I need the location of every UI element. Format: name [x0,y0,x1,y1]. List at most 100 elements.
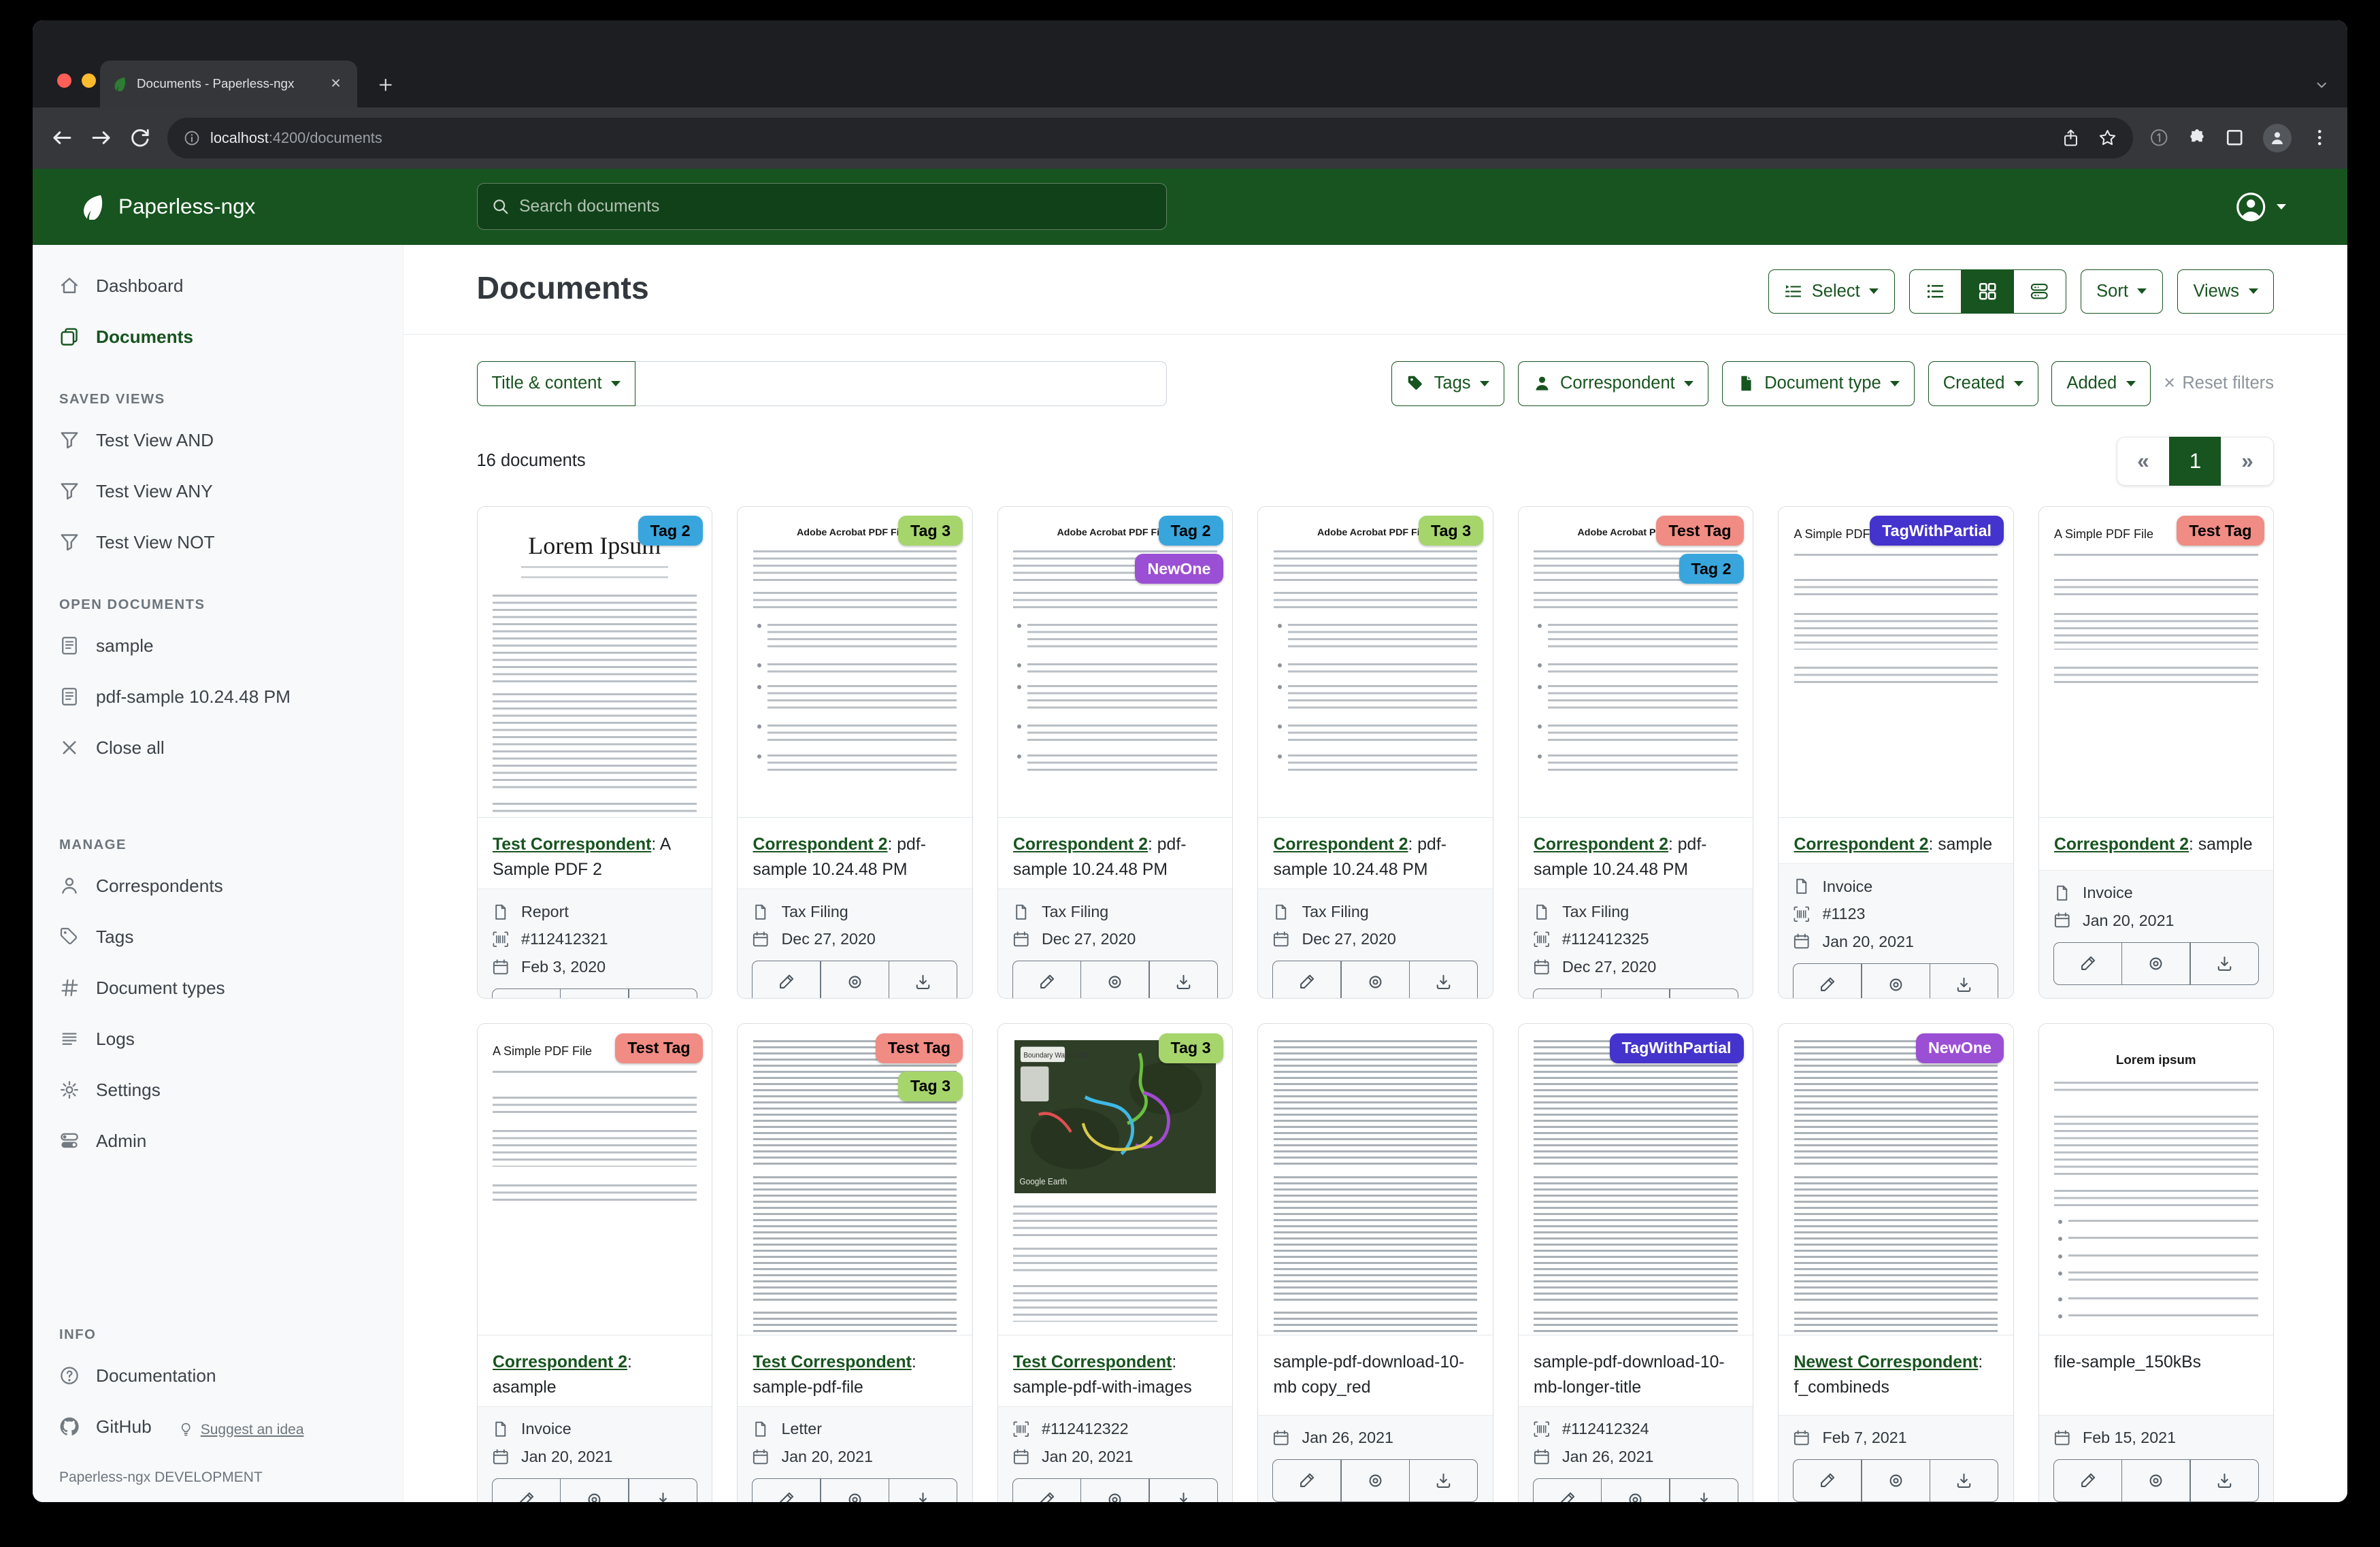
download-button[interactable] [889,1478,958,1502]
document-name[interactable]: sample-pdf-download-10-mb copy_red [1274,1353,1465,1397]
sidebar-item-documents[interactable]: Documents [59,314,376,359]
preview-button[interactable] [2121,1459,2191,1502]
tag-badge[interactable]: TagWithPartial [1610,1033,1744,1063]
sidebar-item-test-view-any[interactable]: Test View ANY [59,469,376,514]
extension-badge-icon[interactable] [2149,128,2169,148]
download-button[interactable] [889,961,958,999]
download-button[interactable] [2189,942,2259,985]
sidebar-item-test-view-and[interactable]: Test View AND [59,418,376,463]
view-mode-detail-button[interactable] [2013,269,2066,314]
sort-button[interactable]: Sort [2081,269,2163,314]
tag-badge[interactable]: Tag 2 [1679,554,1744,584]
document-thumbnail[interactable]: Adobe Acrobat PDF Files Tag 2NewOne [998,507,1233,818]
extensions-puzzle-icon[interactable] [2187,128,2207,148]
share-icon[interactable] [2062,129,2080,147]
app-brand[interactable]: Paperless-ngx [80,193,255,220]
edit-button[interactable] [752,1478,821,1502]
download-button[interactable] [2189,1459,2259,1502]
edit-button[interactable] [1533,988,1602,999]
tag-badge[interactable]: Test Tag [615,1033,702,1063]
document-name[interactable]: sample-pdf-with-images [1013,1378,1192,1397]
preview-button[interactable] [1340,961,1410,999]
edit-button[interactable] [752,961,821,999]
tag-badge[interactable]: Tag 3 [898,516,963,546]
sidebar-item-sample[interactable]: sample [59,623,376,668]
edit-button[interactable] [1272,1459,1342,1502]
filter-correspondent-button[interactable]: Correspondent [1518,361,1709,406]
document-thumbnail[interactable]: A Simple PDF File Test Tag [2039,507,2274,818]
document-name[interactable]: file-sample_150kBs [2054,1353,2201,1371]
search-input[interactable] [519,197,1152,216]
download-button[interactable] [628,988,697,999]
back-icon[interactable] [51,127,73,149]
tag-badge[interactable]: NewOne [1916,1033,2004,1063]
minimize-window-button[interactable] [82,73,96,88]
filter-text-input[interactable] [635,361,1166,406]
filter-added-button[interactable]: Added [2051,361,2150,406]
preview-button[interactable] [1601,988,1670,999]
user-menu[interactable] [2235,191,2287,223]
correspondent-link[interactable]: Correspondent 2 [2054,835,2189,854]
correspondent-link[interactable]: Correspondent 2 [1534,835,1668,854]
download-button[interactable] [1148,1478,1218,1502]
document-name[interactable]: sample [2198,835,2253,854]
pagination-page-1-button[interactable]: 1 [2169,437,2222,486]
preview-button[interactable] [2121,942,2191,985]
sidebar-item-correspondents[interactable]: Correspondents [59,863,376,908]
sidebar-item-pdf-sample-10-24-48-pm[interactable]: pdf-sample 10.24.48 PM [59,674,376,719]
sidebar-item-tags[interactable]: Tags [59,914,376,959]
preview-button[interactable] [1080,961,1150,999]
edit-button[interactable] [1012,961,1082,999]
sidebar-item-settings[interactable]: Settings [59,1067,376,1112]
document-thumbnail[interactable]: A Simple PDF File Test Tag [478,1024,712,1335]
sidebar-item-test-view-not[interactable]: Test View NOT [59,520,376,565]
sidebar-item-github[interactable]: GitHub [59,1404,152,1449]
views-button[interactable]: Views [2177,269,2274,314]
filter-tags-button[interactable]: Tags [1391,361,1504,406]
document-thumbnail[interactable]: Test TagTag 3 [738,1024,972,1335]
view-mode-grid-button[interactable] [1961,269,2014,314]
bookmark-star-icon[interactable] [2098,129,2117,147]
document-thumbnail[interactable]: A Simple PDF File TagWithPartial [1779,507,2013,818]
sidebar-item-document-types[interactable]: Document types [59,965,376,1010]
edit-button[interactable] [1012,1478,1082,1502]
correspondent-link[interactable]: Test Correspondent [493,835,651,854]
edit-button[interactable] [492,1478,561,1502]
pagination-prev-button[interactable]: « [2117,437,2170,486]
reload-icon[interactable] [129,127,151,149]
reset-filters-button[interactable]: ×Reset filters [2164,373,2274,393]
download-button[interactable] [1409,961,1478,999]
site-info-icon[interactable] [184,130,200,146]
sidebar-item-dashboard[interactable]: Dashboard [59,263,376,308]
close-tab-icon[interactable]: ✕ [327,75,345,93]
sidebar-item-logs[interactable]: Logs [59,1016,376,1061]
edit-button[interactable] [1793,963,1862,999]
browser-menu-icon[interactable] [2310,128,2330,148]
suggest-an-idea-link[interactable]: Suggest an idea [201,1422,304,1438]
correspondent-link[interactable]: Correspondent 2 [1013,835,1148,854]
download-button[interactable] [1930,963,1999,999]
document-thumbnail[interactable]: Adobe Acrobat PDF Files Test TagTag 2 [1519,507,1753,818]
download-button[interactable] [628,1478,697,1502]
tab-search-chevron-icon[interactable] [2314,78,2330,93]
filter-field-dropdown[interactable]: Title & content [477,361,636,406]
preview-button[interactable] [1861,963,1930,999]
document-name[interactable]: sample [1938,835,1992,854]
select-button[interactable]: Select [1768,269,1895,314]
document-thumbnail[interactable]: TagWithPartial [1519,1024,1753,1335]
tag-badge[interactable]: Test Tag [876,1033,963,1063]
pagination-next-button[interactable]: » [2221,437,2274,486]
document-thumbnail[interactable]: Adobe Acrobat PDF Files Tag 3 [1258,507,1493,818]
download-button[interactable] [1148,961,1218,999]
correspondent-link[interactable]: Correspondent 2 [753,835,888,854]
tag-badge[interactable]: NewOne [1135,554,1223,584]
download-button[interactable] [1669,988,1738,999]
sidebar-item-close-all[interactable]: Close all [59,725,376,770]
sidebar-item-documentation[interactable]: Documentation [59,1353,376,1398]
correspondent-link[interactable]: Correspondent 2 [1274,835,1408,854]
tag-badge[interactable]: Tag 2 [638,516,703,546]
preview-button[interactable] [1861,1459,1930,1502]
filter-created-button[interactable]: Created [1928,361,2038,406]
tag-badge[interactable]: Tag 3 [1419,516,1483,546]
correspondent-link[interactable]: Correspondent 2 [493,1353,627,1371]
